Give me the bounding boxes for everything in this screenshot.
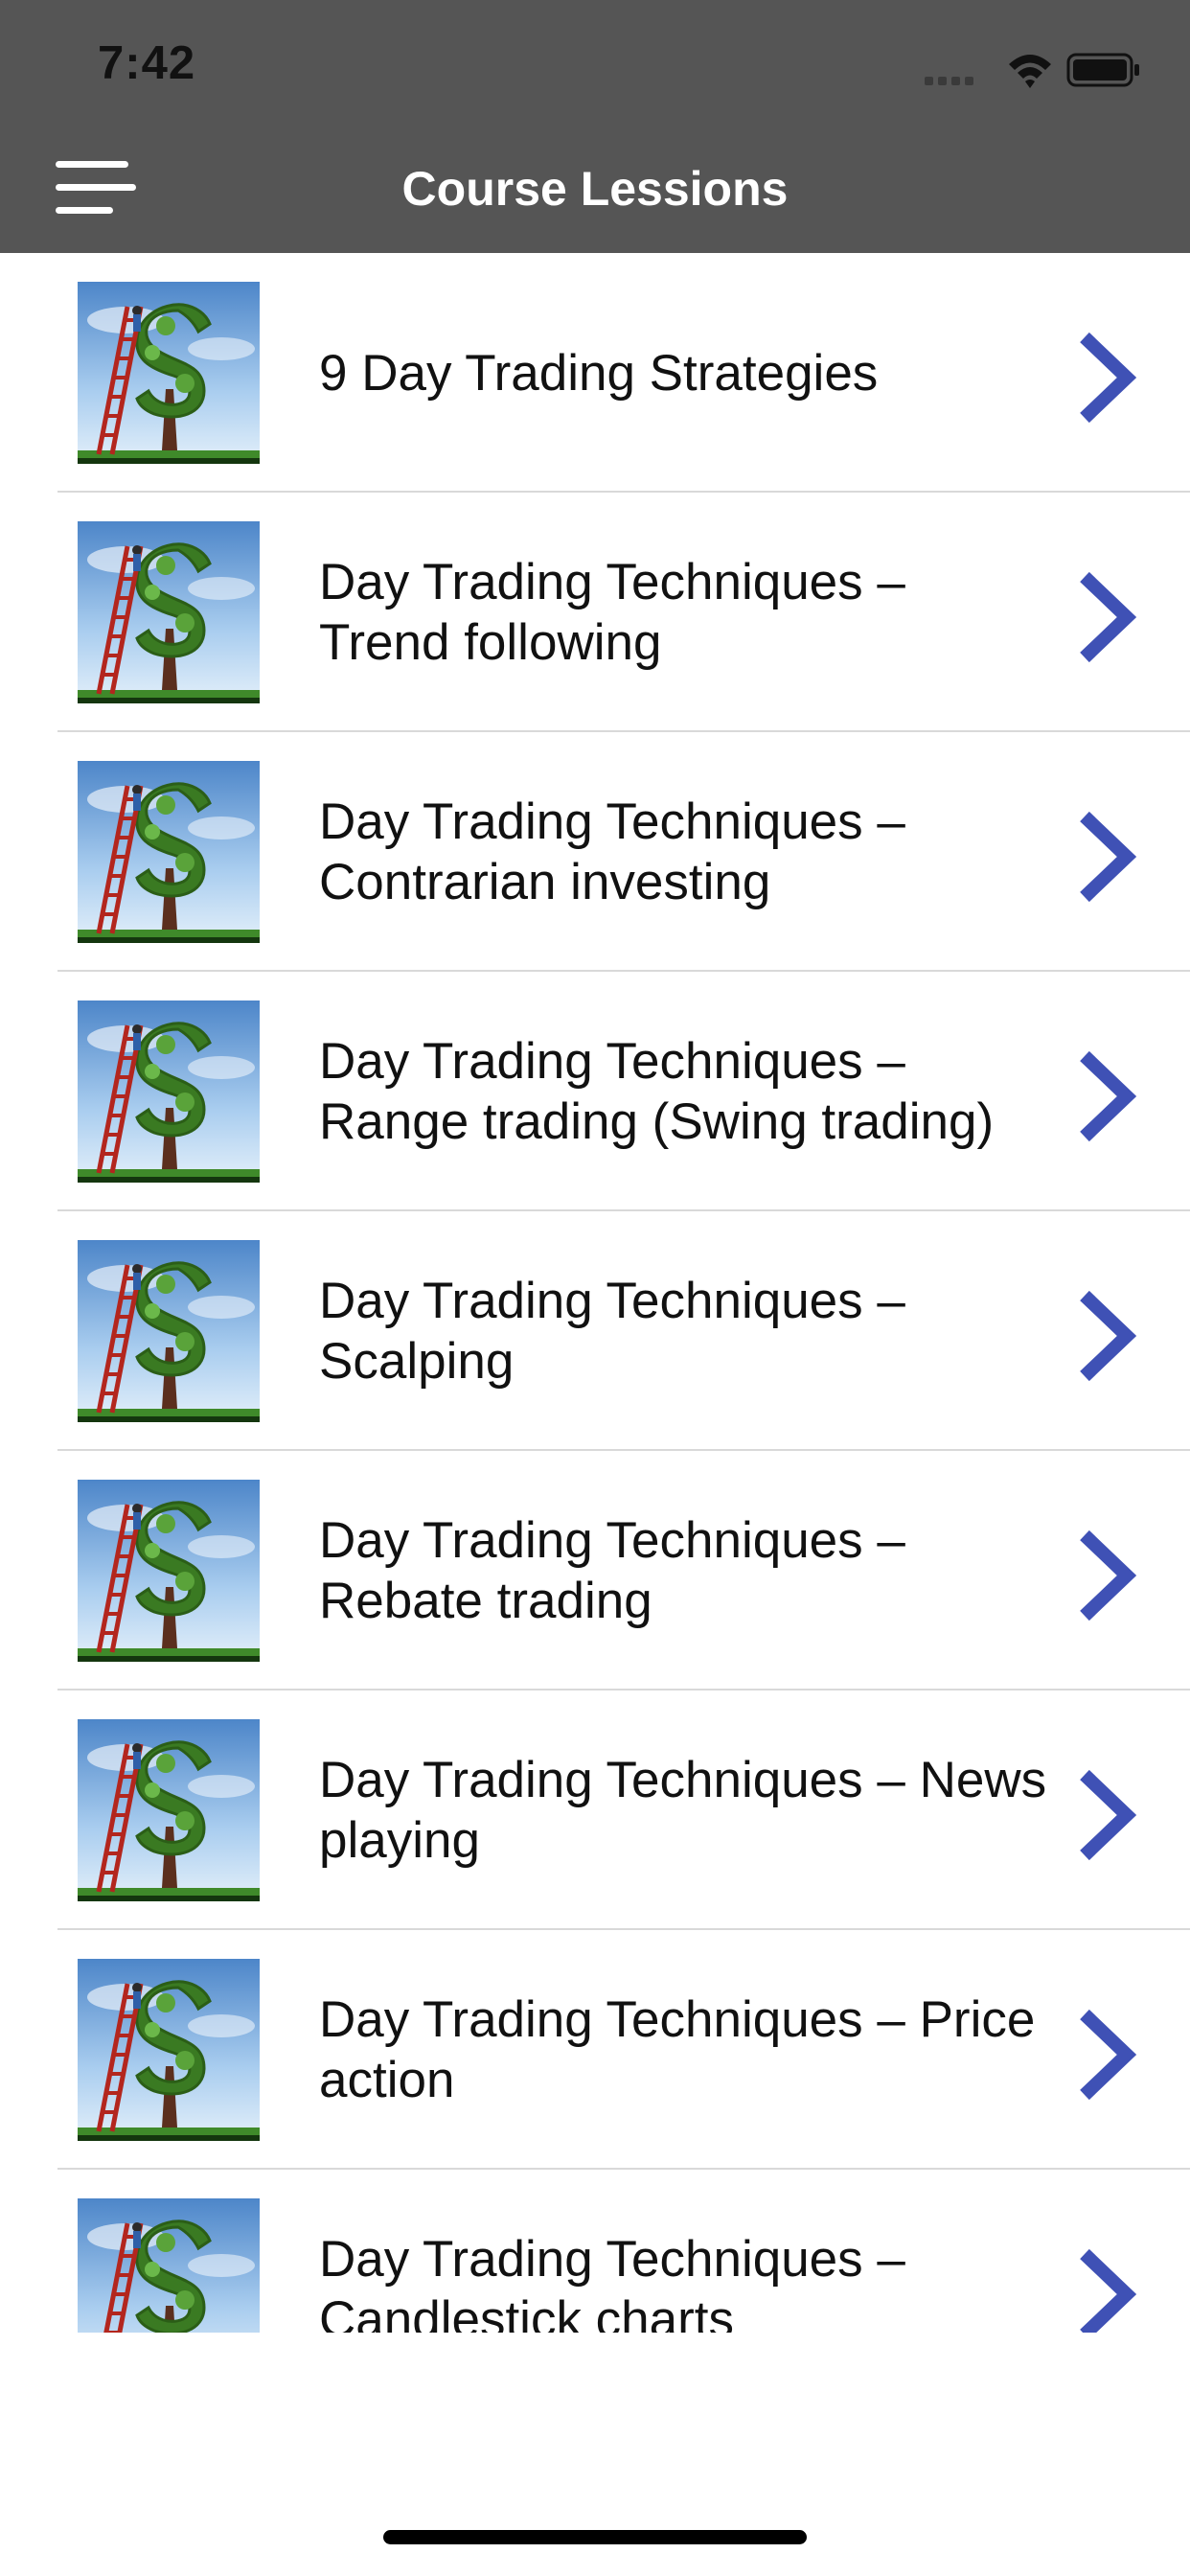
lesson-title: Day Trading Techniques – Range trading (… (319, 1033, 995, 1150)
money-tree-ladder-thumbnail (78, 1480, 260, 1662)
lesson-title: Day Trading Techniques – Scalping (319, 1273, 905, 1390)
lesson-row[interactable]: Day Trading Techniques – Range trading (… (0, 972, 1190, 1211)
cellular-signal-icon (925, 77, 973, 85)
lesson-row[interactable]: 9 Day Trading Strategies (0, 253, 1190, 493)
chevron-right-icon (1080, 811, 1137, 903)
lesson-title: Day Trading Techniques – Candlestick cha… (319, 2231, 905, 2333)
lesson-title: Day Trading Techniques – Price action (319, 1991, 1036, 2108)
lesson-row[interactable]: Day Trading Techniques – Scalping (0, 1211, 1190, 1451)
money-tree-ladder-thumbnail (78, 761, 260, 943)
money-tree-ladder-thumbnail (78, 521, 260, 703)
chevron-right-icon (1080, 1290, 1137, 1382)
lesson-title: 9 Day Trading Strategies (319, 344, 879, 402)
money-tree-ladder-thumbnail (78, 2198, 260, 2333)
lesson-title: Day Trading Techniques – Rebate trading (319, 1512, 905, 1629)
chevron-right-icon (1080, 2009, 1137, 2101)
lesson-row[interactable]: Day Trading Techniques – Price action (0, 1930, 1190, 2170)
battery-icon (1066, 53, 1139, 87)
chevron-right-icon (1080, 1769, 1137, 1861)
lesson-title: Day Trading Techniques – Trend following (319, 554, 905, 671)
money-tree-ladder-thumbnail (78, 1000, 260, 1183)
lesson-list[interactable]: 9 Day Trading Strategies Day Trading Tec… (0, 253, 1190, 2333)
lesson-row[interactable]: Day Trading Techniques – Trend following (0, 493, 1190, 732)
lesson-title: Day Trading Techniques – Contrarian inve… (319, 794, 905, 910)
money-tree-ladder-thumbnail (78, 1240, 260, 1422)
chevron-right-icon (1080, 1050, 1137, 1142)
lesson-title: Day Trading Techniques – News playing (319, 1752, 1047, 1869)
navigation-header: 7:42 Course Lessions (0, 0, 1190, 253)
page-title: Course Lessions (401, 162, 789, 216)
chevron-right-icon (1080, 332, 1137, 424)
wifi-icon (1009, 55, 1051, 88)
status-bar-icons (925, 53, 1139, 88)
status-bar-time: 7:42 (98, 37, 196, 89)
chevron-right-icon (1080, 2248, 1137, 2333)
lesson-row[interactable]: Day Trading Techniques – Contrarian inve… (0, 732, 1190, 972)
lesson-row[interactable]: Day Trading Techniques – Rebate trading (0, 1451, 1190, 1690)
chevron-right-icon (1080, 571, 1137, 663)
money-tree-ladder-thumbnail (78, 1959, 260, 2141)
lesson-row[interactable]: Day Trading Techniques – Candlestick cha… (0, 2170, 1190, 2333)
lesson-row[interactable]: Day Trading Techniques – News playing (0, 1690, 1190, 1930)
home-indicator[interactable] (383, 2530, 807, 2544)
money-tree-ladder-thumbnail (78, 1719, 260, 1901)
money-tree-ladder-thumbnail (78, 282, 260, 464)
chevron-right-icon (1080, 1530, 1137, 1622)
